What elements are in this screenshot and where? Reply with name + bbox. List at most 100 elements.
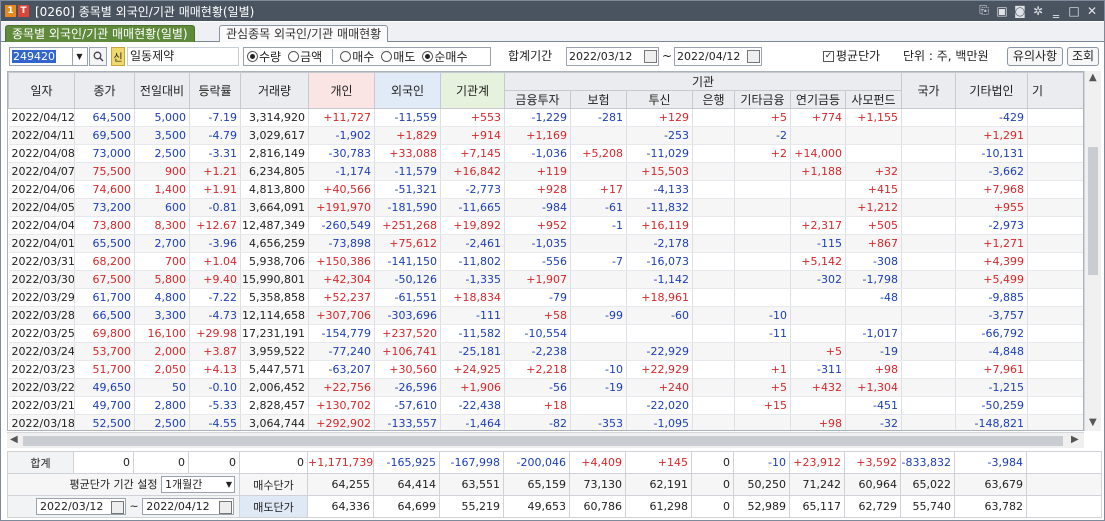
calendar-icon[interactable] <box>644 50 657 63</box>
calendar-icon[interactable] <box>111 501 124 514</box>
avg-period-cell: 평균단가 기간 설정 1개월간 ▼ <box>7 473 240 496</box>
trading-table: 일자 종가 전일대비 등락률 거래량 개인 외국인 기관계 기관 국가 기타법인… <box>7 71 1084 431</box>
header-pension[interactable]: 연기금등 <box>790 90 846 109</box>
radio-buy[interactable]: 매수 <box>340 48 374 65</box>
header-other-corp[interactable]: 기타법인 <box>955 72 1029 109</box>
cell-change: 700 <box>134 252 190 271</box>
gear-icon[interactable]: ✲ <box>1030 2 1046 19</box>
table-row[interactable]: 2022/04/07 75,500 900 +1.21 6,234,805 -1,174-… <box>8 162 1083 181</box>
stock-code-value: 249420 <box>12 50 56 63</box>
cell-insurance <box>570 396 627 415</box>
cell-price: 49,650 <box>74 378 135 397</box>
cell-change: 50 <box>134 378 190 397</box>
scroll-left-icon[interactable]: ◀ <box>10 434 18 445</box>
scroll-down-icon[interactable]: ▼ <box>1089 417 1097 428</box>
camera-icon[interactable]: ◙ <box>1012 2 1028 19</box>
cell-date: 2022/04/07 <box>8 162 75 181</box>
cell-private-fund: -1,017 <box>845 324 903 343</box>
date-to-input[interactable]: 2022/04/12 <box>674 47 762 66</box>
scroll-up-icon[interactable]: ▲ <box>1089 72 1097 83</box>
period-from-input[interactable]: 2022/03/12 <box>36 498 126 515</box>
tab-watchlist[interactable]: 관심종목 외국인/기관 매매현황 <box>219 25 389 42</box>
stock-code-input[interactable]: 249420 <box>9 47 73 66</box>
cell-volume: 2,828,457 <box>240 396 309 415</box>
table-row[interactable]: 2022/03/30 67,500 5,800 +9.40 15,990,801 +42,… <box>8 270 1083 289</box>
cell-trust: -2,178 <box>626 234 693 253</box>
cell-nation <box>901 378 957 397</box>
calendar-icon[interactable] <box>747 50 760 63</box>
search-icon[interactable] <box>89 47 107 66</box>
radio-amount[interactable]: 금액 <box>288 48 322 65</box>
new-listing-badge: 신 <box>111 47 125 66</box>
cell-rate: -7.22 <box>189 288 241 307</box>
radio-net-buy[interactable]: 순매수 <box>422 48 468 65</box>
avg-period-select[interactable]: 1개월간 ▼ <box>161 476 235 494</box>
link-icon[interactable]: ⎘ <box>976 2 992 19</box>
cell-inst-total: -1,464 <box>440 414 505 430</box>
close-icon[interactable]: ✕ <box>1084 2 1100 19</box>
avg-price-checkbox[interactable]: ✓ 평균단가 <box>823 47 880 66</box>
table-row[interactable]: 2022/03/31 68,200 700 +1.04 5,938,706 +150,38… <box>8 252 1083 271</box>
chevron-down-icon[interactable]: ▼ <box>226 477 232 492</box>
header-bank[interactable]: 은행 <box>692 90 735 109</box>
header-other-finance[interactable]: 기타금융 <box>734 90 791 109</box>
calendar-icon[interactable] <box>219 501 233 514</box>
table-row[interactable]: 2022/04/05 73,200 600 -0.81 3,664,091 +191,97… <box>8 198 1083 217</box>
notice-button[interactable]: 유의사항 <box>1007 47 1063 66</box>
period-to-input[interactable]: 2022/04/12 <box>142 498 235 515</box>
header-volume[interactable]: 거래량 <box>240 72 309 109</box>
header-change[interactable]: 전일대비 <box>134 72 190 109</box>
horizontal-scroll-thumb[interactable] <box>23 436 1063 446</box>
table-row[interactable]: 2022/04/08 73,000 2,500 -3.31 2,816,149 -30,7… <box>8 144 1083 163</box>
cell-pension: +432 <box>790 378 846 397</box>
cell-foreign: +75,612 <box>374 234 441 253</box>
minimize-icon[interactable]: ‗ <box>1048 2 1064 19</box>
cell-bank <box>692 360 735 379</box>
cell-date: 2022/03/21 <box>8 396 75 415</box>
scroll-right-icon[interactable]: ▶ <box>1071 434 1079 445</box>
cell-truncated <box>1027 324 1083 343</box>
radio-sell[interactable]: 매도 <box>381 48 415 65</box>
vertical-scrollbar[interactable]: ▲ ▼ <box>1084 71 1101 431</box>
table-row[interactable]: 2022/03/18 52,500 2,500 -4.55 3,064,744 +292,… <box>8 414 1083 430</box>
header-nation[interactable]: 국가 <box>901 72 957 109</box>
chevron-down-icon[interactable]: ▼ <box>72 47 88 66</box>
maximize-icon[interactable]: □ <box>1066 2 1082 19</box>
table-row[interactable]: 2022/04/01 65,500 2,700 -3.96 4,656,259 -73,8… <box>8 234 1083 253</box>
table-row[interactable]: 2022/04/04 73,800 8,300 +12.67 12,487,349 -26… <box>8 216 1083 235</box>
vertical-scroll-thumb[interactable] <box>1088 147 1098 275</box>
radio-amount-label: 금액 <box>300 50 323 64</box>
header-insurance[interactable]: 보험 <box>570 90 627 109</box>
header-truncated: 기 <box>1027 72 1083 109</box>
table-row[interactable]: 2022/03/24 53,700 2,000 +3.87 3,959,522 -77,2… <box>8 342 1083 361</box>
table-row[interactable]: 2022/04/11 69,500 3,500 -4.79 3,029,617 -1,90… <box>8 126 1083 145</box>
horizontal-scrollbar[interactable]: ◀ ▶ <box>7 432 1084 448</box>
table-row[interactable]: 2022/03/22 49,650 50 -0.10 2,006,452 +22,756-… <box>8 378 1083 397</box>
period-tilde: ~ <box>129 499 139 513</box>
table-row[interactable]: 2022/04/12 64,500 5,000 -7.19 3,314,920 +11,7… <box>8 108 1083 127</box>
header-private-fund[interactable]: 사모펀드 <box>844 90 903 109</box>
header-individual[interactable]: 개인 <box>308 72 375 109</box>
cell-change: 8,300 <box>134 216 190 235</box>
header-inst-total[interactable]: 기관계 <box>440 72 505 109</box>
table-row[interactable]: 2022/03/25 69,800 16,100 +29.98 17,231,191 -1… <box>8 324 1083 343</box>
cell-inst-total: -11,665 <box>440 198 505 217</box>
table-row[interactable]: 2022/03/29 61,700 4,800 -7.22 5,358,858 +52,2… <box>8 288 1083 307</box>
header-foreign[interactable]: 외국인 <box>374 72 441 109</box>
radio-qty[interactable]: 수량 <box>247 48 281 65</box>
table-row[interactable]: 2022/03/28 66,500 3,300 -4.73 12,114,658 +307… <box>8 306 1083 325</box>
date-from-input[interactable]: 2022/03/12 <box>566 47 659 66</box>
table-row[interactable]: 2022/04/06 74,600 1,400 +1.91 4,813,800 +40,5… <box>8 180 1083 199</box>
header-rate[interactable]: 등락률 <box>189 72 241 109</box>
header-finance[interactable]: 금융투자 <box>504 90 571 109</box>
query-button[interactable]: 조회 <box>1067 47 1099 66</box>
header-price[interactable]: 종가 <box>74 72 135 109</box>
tab-stock-daily[interactable]: 종목별 외국인/기관 매매현황(일별) <box>5 25 195 42</box>
header-trust[interactable]: 투신 <box>626 90 693 109</box>
table-row[interactable]: 2022/03/21 49,700 2,800 -5.33 2,828,457 +130,… <box>8 396 1083 415</box>
copy-icon[interactable]: ▣ <box>994 2 1010 19</box>
cell-pension <box>790 126 846 145</box>
cell-foreign: +237,520 <box>374 324 441 343</box>
header-date[interactable]: 일자 <box>8 72 75 109</box>
table-row[interactable]: 2022/03/23 51,700 2,050 +4.13 5,447,571 -63,2… <box>8 360 1083 379</box>
